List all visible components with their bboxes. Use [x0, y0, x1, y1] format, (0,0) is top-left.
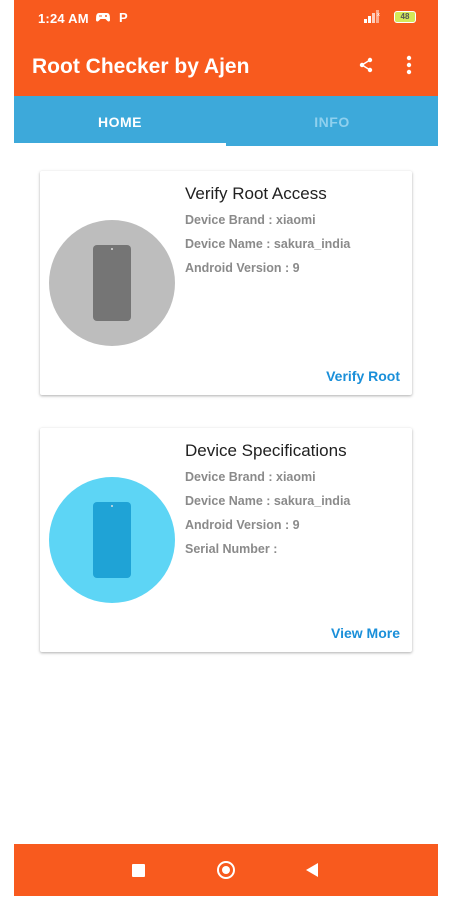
system-nav-bar: [14, 844, 438, 896]
device-brand: Device Brand : xiaomi: [185, 470, 316, 484]
verify-root-card: Verify Root Access Device Brand : xiaomi…: [40, 171, 412, 395]
back-triangle-icon[interactable]: [306, 863, 318, 877]
app-window: 1:24 AM P x 48 Root Checker by Ajen HOME…: [14, 0, 438, 900]
more-vert-icon[interactable]: [406, 55, 412, 80]
phone-icon: [93, 245, 131, 321]
status-time: 1:24 AM: [38, 11, 89, 26]
android-version: Android Version : 9: [185, 518, 300, 532]
home-circle-icon[interactable]: [217, 861, 235, 879]
phone-icon: [93, 502, 131, 578]
tab-home[interactable]: HOME: [14, 96, 226, 146]
app-title: Root Checker by Ajen: [32, 55, 250, 78]
device-circle: [49, 477, 175, 603]
p-icon: P: [119, 10, 128, 25]
status-bar: 1:24 AM P x 48: [14, 0, 438, 36]
verify-root-button[interactable]: Verify Root: [326, 368, 400, 384]
device-name: Device Name : sakura_india: [185, 494, 351, 508]
share-icon[interactable]: [358, 57, 374, 78]
top-bar: 1:24 AM P x 48 Root Checker by Ajen: [14, 0, 438, 96]
tab-indicator: [14, 143, 226, 146]
game-controller-icon: [96, 11, 110, 26]
device-name: Device Name : sakura_india: [185, 237, 351, 251]
android-version: Android Version : 9: [185, 261, 300, 275]
recents-square-icon[interactable]: [132, 864, 145, 877]
serial-number: Serial Number :: [185, 542, 278, 556]
tab-bar: HOME INFO: [14, 96, 438, 146]
battery-icon: 48: [394, 11, 416, 23]
signal-icon: x: [364, 10, 384, 29]
view-more-button[interactable]: View More: [331, 625, 400, 641]
svg-text:x: x: [377, 12, 380, 18]
card-title: Verify Root Access: [185, 184, 327, 203]
tab-info[interactable]: INFO: [226, 96, 438, 146]
device-specs-card: Device Specifications Device Brand : xia…: [40, 428, 412, 652]
card-title: Device Specifications: [185, 441, 347, 460]
device-circle: [49, 220, 175, 346]
device-brand: Device Brand : xiaomi: [185, 213, 316, 227]
